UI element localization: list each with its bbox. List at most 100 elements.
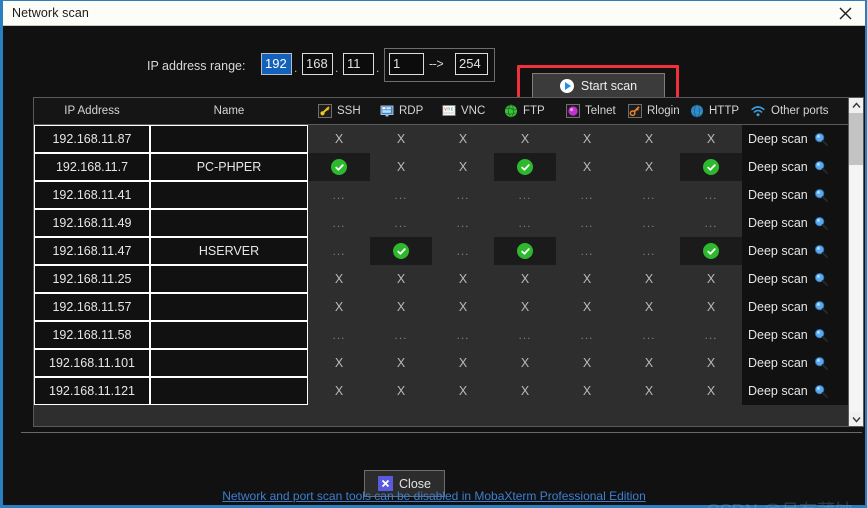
cell-port-rlogin[interactable]: X — [618, 265, 680, 293]
deep-scan-button[interactable]: Deep scan — [742, 209, 849, 237]
cell-ip-address[interactable]: 192.168.11.57 — [34, 293, 150, 321]
column-header-vnc[interactable]: v n c VNC — [432, 98, 494, 124]
ip-range-start-input[interactable]: 1 — [389, 53, 424, 75]
cell-port-telnet[interactable]: ... — [556, 181, 618, 209]
cell-host-name[interactable] — [150, 265, 308, 293]
column-header-other-ports[interactable]: Other ports — [742, 98, 849, 124]
cell-port-http[interactable]: X — [680, 293, 742, 321]
cell-port-ftp[interactable]: X — [494, 265, 556, 293]
cell-ip-address[interactable]: 192.168.11.7 — [34, 153, 150, 181]
cell-port-rdp[interactable]: X — [370, 293, 432, 321]
scroll-up-button[interactable] — [849, 98, 863, 113]
table-row[interactable]: 192.168.11.7 PC-PHPER X X X X Deep scan — [34, 153, 849, 181]
table-row[interactable]: 192.168.11.49..................... Deep s… — [34, 209, 849, 237]
cell-ip-address[interactable]: 192.168.11.101 — [34, 349, 150, 377]
table-row[interactable]: 192.168.11.121 X X X X X X X Deep scan — [34, 377, 849, 405]
cell-host-name[interactable] — [150, 349, 308, 377]
cell-port-telnet[interactable]: ... — [556, 237, 618, 265]
cell-port-rdp[interactable]: X — [370, 153, 432, 181]
cell-port-rlogin[interactable]: X — [618, 125, 680, 153]
cell-port-rdp[interactable]: ... — [370, 181, 432, 209]
cell-port-rlogin[interactable]: X — [618, 349, 680, 377]
cell-port-vnc[interactable]: X — [432, 349, 494, 377]
cell-port-telnet[interactable]: ... — [556, 209, 618, 237]
cell-port-ftp[interactable]: ... — [494, 181, 556, 209]
deep-scan-button[interactable]: Deep scan — [742, 181, 849, 209]
cell-port-ftp[interactable]: X — [494, 125, 556, 153]
cell-port-ssh[interactable] — [308, 153, 370, 181]
cell-port-ssh[interactable]: X — [308, 349, 370, 377]
cell-port-telnet[interactable]: X — [556, 349, 618, 377]
cell-port-rdp[interactable]: X — [370, 377, 432, 405]
column-header-name[interactable]: Name — [150, 98, 308, 124]
cell-port-telnet[interactable]: X — [556, 293, 618, 321]
cell-port-rlogin[interactable]: ... — [618, 209, 680, 237]
cell-port-vnc[interactable]: X — [432, 293, 494, 321]
cell-port-rlogin[interactable]: ... — [618, 181, 680, 209]
cell-port-http[interactable]: ... — [680, 321, 742, 349]
cell-port-vnc[interactable]: X — [432, 377, 494, 405]
cell-port-http[interactable]: X — [680, 377, 742, 405]
cell-port-ftp[interactable]: X — [494, 377, 556, 405]
cell-port-http[interactable] — [680, 153, 742, 181]
cell-port-ssh[interactable]: ... — [308, 237, 370, 265]
cell-ip-address[interactable]: 192.168.11.121 — [34, 377, 150, 405]
table-row[interactable]: 192.168.11.87 X X X X X X X Deep scan — [34, 125, 849, 153]
cell-port-ssh[interactable]: X — [308, 125, 370, 153]
cell-port-ftp[interactable]: ... — [494, 209, 556, 237]
cell-port-rlogin[interactable]: X — [618, 293, 680, 321]
cell-port-http[interactable] — [680, 237, 742, 265]
cell-port-ssh[interactable]: ... — [308, 209, 370, 237]
cell-port-rdp[interactable]: X — [370, 265, 432, 293]
table-row[interactable]: 192.168.11.58..................... Deep s… — [34, 321, 849, 349]
cell-port-http[interactable]: X — [680, 349, 742, 377]
cell-port-ftp[interactable]: X — [494, 293, 556, 321]
pro-edition-note[interactable]: Network and port scan tools can be disab… — [3, 489, 865, 503]
cell-port-rdp[interactable] — [370, 237, 432, 265]
table-row[interactable]: 192.168.11.57 X X X X X X X Deep scan — [34, 293, 849, 321]
cell-host-name[interactable]: PC-PHPER — [150, 153, 308, 181]
table-row[interactable]: 192.168.11.47 HSERVER............ Deep sca… — [34, 237, 849, 265]
cell-port-rdp[interactable]: X — [370, 125, 432, 153]
cell-host-name[interactable] — [150, 293, 308, 321]
scrollbar-thumb[interactable] — [849, 113, 863, 165]
cell-port-http[interactable]: X — [680, 125, 742, 153]
cell-port-vnc[interactable]: ... — [432, 237, 494, 265]
column-header-ip-address[interactable]: IP Address — [34, 98, 150, 124]
table-row[interactable]: 192.168.11.41..................... Deep s… — [34, 181, 849, 209]
column-header-ftp[interactable]: FTP — [494, 98, 556, 124]
deep-scan-button[interactable]: Deep scan — [742, 349, 849, 377]
cell-port-telnet[interactable]: ... — [556, 321, 618, 349]
cell-ip-address[interactable]: 192.168.11.87 — [34, 125, 150, 153]
ip-octet-2-input[interactable]: 168 — [302, 53, 333, 75]
cell-port-vnc[interactable]: X — [432, 125, 494, 153]
ip-octet-1-input[interactable]: 192 — [261, 53, 292, 75]
cell-port-rdp[interactable]: ... — [370, 321, 432, 349]
cell-port-ssh[interactable]: X — [308, 377, 370, 405]
cell-ip-address[interactable]: 192.168.11.25 — [34, 265, 150, 293]
cell-ip-address[interactable]: 192.168.11.47 — [34, 237, 150, 265]
cell-ip-address[interactable]: 192.168.11.41 — [34, 181, 150, 209]
window-close-button[interactable] — [825, 1, 865, 26]
cell-port-vnc[interactable]: X — [432, 153, 494, 181]
cell-port-vnc[interactable]: ... — [432, 321, 494, 349]
table-row[interactable]: 192.168.11.25 X X X X X X X Deep scan — [34, 265, 849, 293]
column-header-rlogin[interactable]: Rlogin — [618, 98, 680, 124]
cell-port-telnet[interactable]: X — [556, 153, 618, 181]
cell-port-vnc[interactable]: ... — [432, 209, 494, 237]
ip-range-end-input[interactable]: 254 — [455, 53, 488, 75]
deep-scan-button[interactable]: Deep scan — [742, 377, 849, 405]
vertical-scrollbar[interactable] — [848, 98, 863, 426]
cell-host-name[interactable] — [150, 125, 308, 153]
cell-port-rlogin[interactable]: X — [618, 377, 680, 405]
cell-host-name[interactable]: HSERVER — [150, 237, 308, 265]
table-row[interactable]: 192.168.11.101 X X X X X X X Deep scan — [34, 349, 849, 377]
cell-port-ftp[interactable]: X — [494, 349, 556, 377]
cell-port-telnet[interactable]: X — [556, 377, 618, 405]
cell-port-ftp[interactable] — [494, 237, 556, 265]
cell-host-name[interactable] — [150, 181, 308, 209]
cell-port-ftp[interactable]: ... — [494, 321, 556, 349]
cell-port-telnet[interactable]: X — [556, 125, 618, 153]
cell-port-rdp[interactable]: X — [370, 349, 432, 377]
column-header-http[interactable]: HTTP — [680, 98, 742, 124]
